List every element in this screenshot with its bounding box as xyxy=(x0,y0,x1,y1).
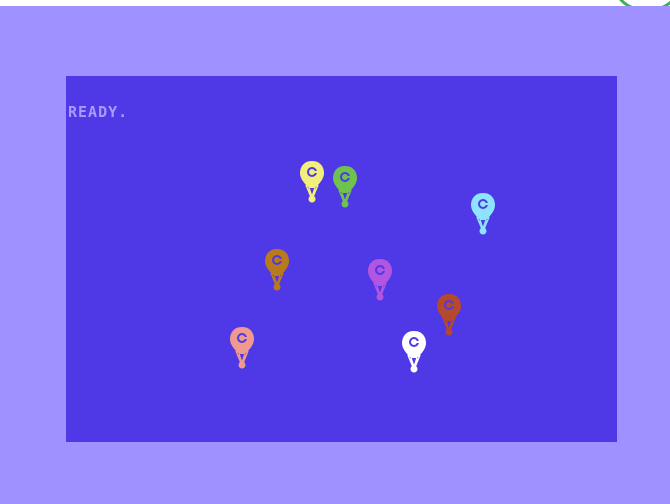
balloon-logo-gap xyxy=(416,341,420,343)
emulator-viewport: READY. xyxy=(0,0,670,504)
ready-prompt: READY. xyxy=(68,103,129,121)
balloon-logo-gap xyxy=(347,176,351,178)
balloon-sprite-rust xyxy=(437,294,461,336)
balloon-sprite-salmon xyxy=(230,327,254,369)
balloon-basket xyxy=(479,227,487,235)
balloon-sprite-green xyxy=(333,166,357,208)
balloon-canopy xyxy=(368,259,392,286)
balloon-basket xyxy=(445,328,453,336)
balloon-logo-gap xyxy=(279,259,283,261)
balloon-canopy xyxy=(230,327,254,354)
balloon-basket xyxy=(238,361,246,369)
balloon-logo-gap xyxy=(485,203,489,205)
balloon-sprite-purple xyxy=(368,259,392,301)
balloon-canopy xyxy=(402,331,426,358)
balloon-sprite-yellow xyxy=(300,161,324,203)
balloon-sprite-orange xyxy=(265,249,289,291)
c64-screen[interactable]: READY. xyxy=(66,76,617,442)
balloon-canopy xyxy=(437,294,461,321)
balloon-logo-gap xyxy=(451,304,455,306)
balloon-sprite-white xyxy=(402,331,426,373)
balloon-canopy xyxy=(333,166,357,193)
balloon-logo-gap xyxy=(314,171,318,173)
balloon-canopy xyxy=(471,193,495,220)
screen-border: READY. xyxy=(0,6,670,504)
balloon-basket xyxy=(308,195,316,203)
balloon-basket xyxy=(273,283,281,291)
balloon-basket xyxy=(341,200,349,208)
balloon-basket xyxy=(410,365,418,373)
balloon-logo-gap xyxy=(244,337,248,339)
balloon-canopy xyxy=(300,161,324,188)
balloon-basket xyxy=(376,293,384,301)
balloon-sprite-cyan xyxy=(471,193,495,235)
balloon-logo-gap xyxy=(382,269,386,271)
balloon-canopy xyxy=(265,249,289,276)
